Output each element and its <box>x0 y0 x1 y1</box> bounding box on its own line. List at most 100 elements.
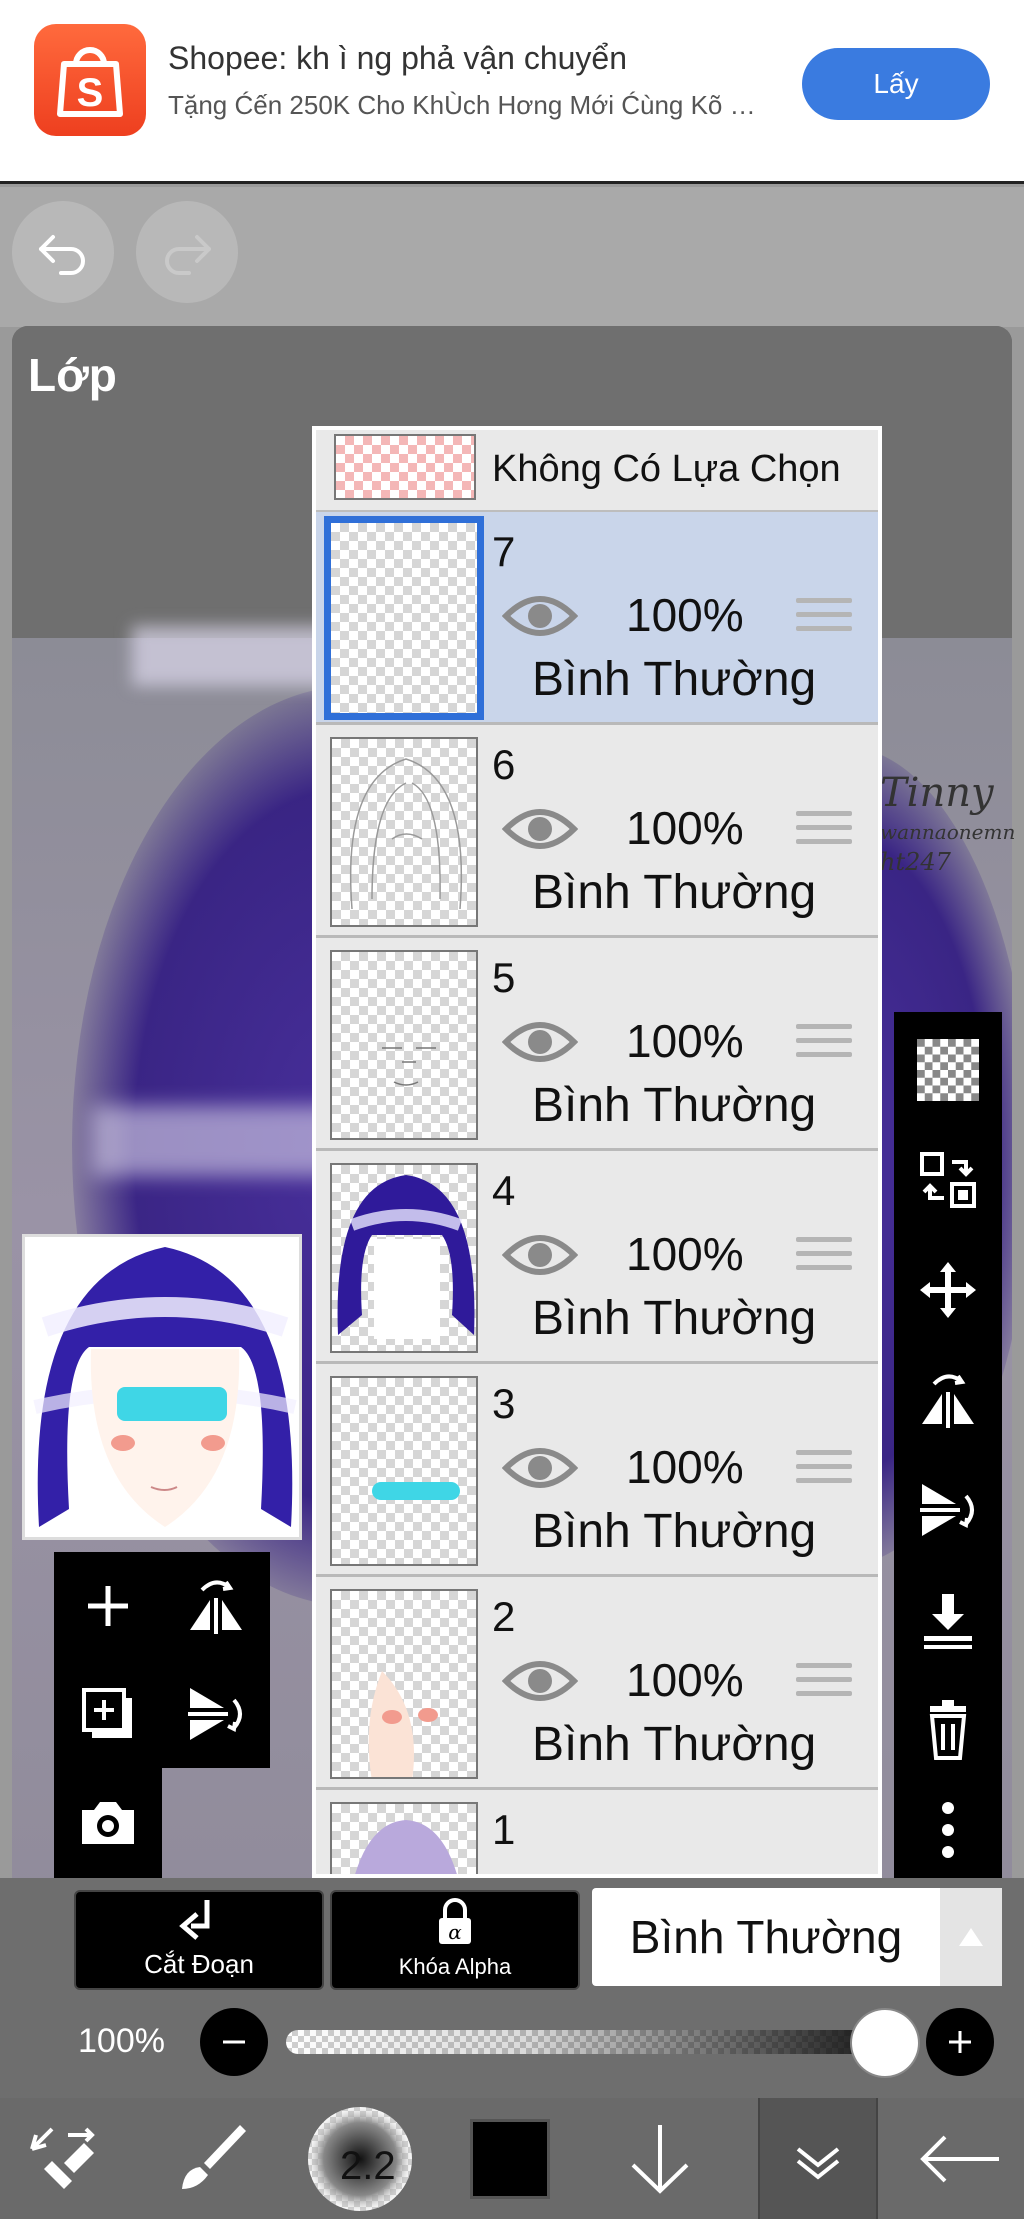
trash-icon <box>929 1700 967 1760</box>
clipping-button[interactable]: Cắt Đoạn <box>74 1890 324 1990</box>
ad-banner[interactable]: S Shopee: kh ì ng phả vận chuyển Tặng Ćế… <box>0 0 1024 184</box>
add-layer-button[interactable] <box>68 1566 148 1646</box>
move-layer-button[interactable] <box>908 1250 988 1330</box>
layer-opacity: 100% <box>626 1441 744 1493</box>
blend-mode-dropdown-button[interactable] <box>940 1888 1002 1986</box>
drag-handle-icon[interactable] <box>796 1237 852 1277</box>
drag-handle-icon[interactable] <box>796 598 852 638</box>
transparent-checker-button[interactable] <box>908 1030 988 1110</box>
alpha-lock-button[interactable]: α Khóa Alpha <box>330 1890 580 1990</box>
layer-add-tools <box>54 1552 270 1768</box>
merge-down-button[interactable] <box>908 1580 988 1660</box>
move-arrows-icon <box>920 1262 976 1318</box>
drag-handle-icon[interactable] <box>796 811 852 851</box>
layer-list[interactable]: Không Có Lựa Chọn 7 100% Bình Thường 6 1… <box>312 426 882 1878</box>
layer-row-3[interactable]: 3 100% Bình Thường <box>316 1364 878 1577</box>
swap-layer-button[interactable] <box>908 1140 988 1220</box>
brush-tool-button[interactable] <box>150 2098 270 2219</box>
redo-button[interactable] <box>136 201 238 303</box>
layer-row-2[interactable]: 2 100% Bình Thường <box>316 1577 878 1790</box>
blend-mode-select[interactable]: Bình Thường <box>592 1888 940 1986</box>
flip-vertical-icon <box>188 1688 242 1740</box>
layer-blend-mode: Bình Thường <box>532 1079 817 1132</box>
arrow-down-icon <box>631 2124 689 2194</box>
visibility-eye-icon[interactable] <box>502 1440 578 1496</box>
layer-thumbnail <box>330 1376 478 1566</box>
merge-down-icon <box>924 1594 972 1649</box>
opacity-decrease-button[interactable] <box>200 2008 268 2076</box>
duplicate-layer-button[interactable] <box>68 1674 148 1754</box>
undo-button[interactable] <box>12 201 114 303</box>
redo-icon <box>165 235 211 275</box>
flip-horizontal-icon <box>922 1374 974 1428</box>
transform-tool-button[interactable] <box>4 2098 124 2219</box>
visibility-eye-icon[interactable] <box>502 1014 578 1070</box>
clipping-label: Cắt Đoạn <box>144 1949 254 1979</box>
duplicate-icon <box>82 1688 132 1738</box>
layer-row-1[interactable]: 1 <box>316 1790 878 1874</box>
selection-label: Không Có Lựa Chọn <box>492 448 841 490</box>
arrow-left-icon <box>920 2135 999 2182</box>
layer-row-4[interactable]: 4 100% Bình Thường <box>316 1151 878 1364</box>
layer-thumbnail <box>324 516 484 720</box>
color-picker-button[interactable] <box>450 2098 570 2219</box>
layer-thumbnail <box>330 737 478 927</box>
shopee-logo-icon: S <box>34 24 146 136</box>
flip-vertical-button[interactable] <box>908 1470 988 1550</box>
layer-blend-mode: Bình Thường <box>532 1718 817 1771</box>
visibility-eye-icon[interactable] <box>502 1653 578 1709</box>
svg-text:S: S <box>77 71 104 115</box>
ad-get-button[interactable]: Lấy <box>802 48 990 120</box>
top-bar <box>0 187 1024 327</box>
alpha-lock-label: Khóa Alpha <box>398 1954 512 1979</box>
plus-icon <box>949 2031 971 2053</box>
visibility-eye-icon[interactable] <box>502 1227 578 1283</box>
layer-blend-mode: Bình Thường <box>532 1505 817 1558</box>
flip-horizontal-button[interactable] <box>908 1360 988 1440</box>
delete-layer-button[interactable] <box>908 1690 988 1770</box>
move-layer-down-button[interactable] <box>600 2098 720 2219</box>
flip-vertical-icon <box>920 1484 974 1536</box>
back-button[interactable] <box>900 2098 1020 2219</box>
selection-layer-row[interactable]: Không Có Lựa Chọn <box>316 430 878 512</box>
layer-opacity: 100% <box>626 1228 744 1280</box>
drag-handle-icon[interactable] <box>796 1024 852 1064</box>
layer-opacity: 100% <box>626 802 744 854</box>
layer-row-6[interactable]: 6 100% Bình Thường <box>316 725 878 938</box>
drag-handle-icon[interactable] <box>796 1663 852 1703</box>
drag-handle-icon[interactable] <box>796 1450 852 1490</box>
more-options-button[interactable] <box>908 1790 988 1870</box>
flip-canvas-vertical-button[interactable] <box>176 1674 256 1754</box>
svg-text:α: α <box>448 1920 462 1944</box>
layer-tools-column <box>894 1012 1002 1878</box>
artist-signature: Tinny wannaonemn ht247 <box>880 770 1016 876</box>
visibility-eye-icon[interactable] <box>502 588 578 644</box>
layer-opacity: 100% <box>626 589 744 641</box>
opacity-slider-track[interactable] <box>286 2030 896 2054</box>
canvas-preview[interactable] <box>22 1234 302 1540</box>
brush-icon <box>182 2124 246 2189</box>
visibility-eye-icon[interactable] <box>502 801 578 857</box>
checkerboard-icon <box>917 1039 979 1101</box>
bottom-toolbar <box>0 2098 1024 2219</box>
layers-button[interactable] <box>758 2098 878 2219</box>
current-color-swatch <box>470 2118 550 2199</box>
layer-row-5[interactable]: 5 100% Bình Thường <box>316 938 878 1151</box>
layer-thumbnail <box>330 1163 478 1353</box>
opacity-slider-knob[interactable] <box>852 2010 918 2076</box>
ad-title: Shopee: kh ì ng phả vận chuyển <box>168 40 628 76</box>
lock-icon: α <box>439 1898 471 1944</box>
layer-number: 4 <box>492 1167 516 1214</box>
layer-thumbnail <box>330 1589 478 1779</box>
layer-number: 5 <box>492 954 516 1001</box>
layer-number: 6 <box>492 741 516 788</box>
panel-title: Lớp <box>28 349 117 401</box>
flip-canvas-horizontal-button[interactable] <box>176 1566 256 1646</box>
camera-import-button[interactable] <box>68 1782 148 1862</box>
plus-icon <box>88 1586 128 1626</box>
opacity-value: 100% <box>78 2022 165 2060</box>
layer-row-7[interactable]: 7 100% Bình Thường <box>316 512 878 725</box>
opacity-increase-button[interactable] <box>926 2008 994 2076</box>
flip-horizontal-icon <box>190 1580 242 1634</box>
layer-thumbnail <box>330 950 478 1140</box>
